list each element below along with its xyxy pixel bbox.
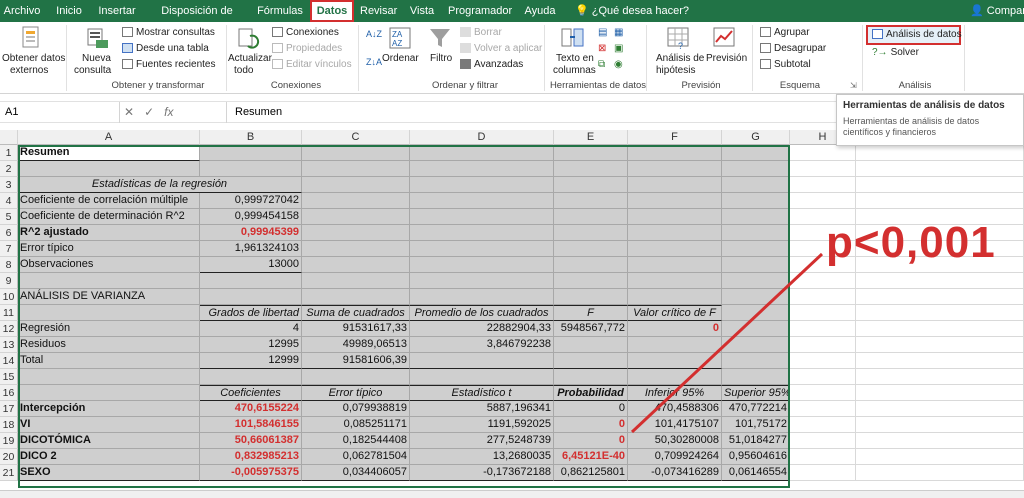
annotation-p-value: p<0,001 xyxy=(826,218,996,267)
